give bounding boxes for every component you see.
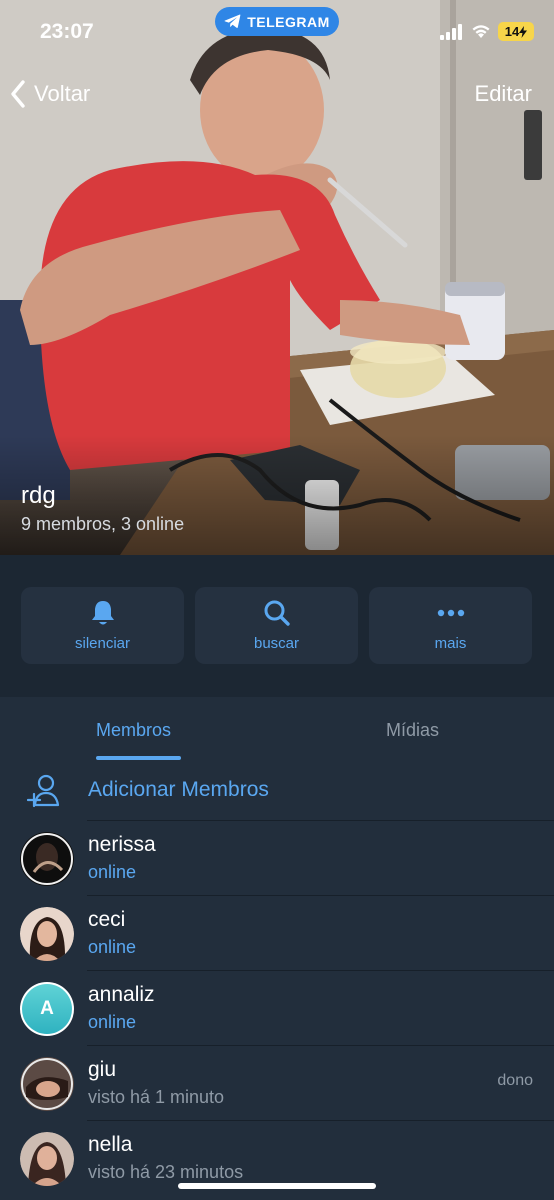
more-icon [437,609,464,617]
avatar-initial: A [22,984,72,1034]
member-name: giu [88,1058,117,1081]
member-avatar-photo [20,1132,74,1186]
member-name: ceci [88,908,126,931]
back-button[interactable]: Voltar [10,80,90,108]
telegram-pill-label: TELEGRAM [247,13,330,30]
wifi-icon [472,25,490,38]
tab-media[interactable]: Mídias [386,720,439,741]
status-time: 23:07 [40,20,94,43]
add-user-icon [27,774,60,808]
search-icon [264,600,290,626]
member-avatar [20,1132,74,1186]
search-button[interactable]: buscar [195,587,358,664]
member-row[interactable]: ceci online [0,896,554,971]
back-label: Voltar [34,81,91,106]
tab-members[interactable]: Membros [96,720,171,741]
member-status: visto há 23 minutos [88,1162,244,1182]
member-status: online [88,1012,137,1032]
group-info-screen: 23:07 TELEGRAM 14 Voltar Editar rdg 9 me… [0,0,554,1200]
member-row[interactable]: giu visto há 1 minuto dono [0,1046,554,1121]
member-avatar [20,1057,74,1111]
telegram-pill[interactable]: TELEGRAM [215,7,339,36]
photo-gradient-overlay [0,435,554,555]
chevron-left-icon [11,80,25,108]
edit-button[interactable]: Editar [475,81,532,107]
mute-button[interactable]: silenciar [21,587,184,664]
member-name: annaliz [88,983,155,1006]
battery-indicator: 14 [498,22,534,41]
signal-icon [440,23,462,40]
member-role-badge: dono [497,1072,533,1089]
group-name: rdg [21,482,56,509]
charging-bolt-icon [519,25,528,38]
battery-level: 14 [504,24,520,39]
member-status: online [88,862,137,882]
member-avatar [20,907,74,961]
active-tab-indicator [96,756,181,760]
member-avatar: A [20,982,74,1036]
home-indicator [178,1183,376,1189]
tab-bar: Membros Mídias [0,697,554,763]
add-members-button[interactable]: Adicionar Membros [0,763,554,821]
member-status: visto há 1 minuto [88,1087,225,1107]
member-avatar-photo [20,907,74,961]
mute-label: silenciar [74,635,131,652]
telegram-plane-icon [224,14,241,29]
bell-icon [91,601,114,625]
search-label: buscar [253,635,300,652]
member-status: online [88,937,137,957]
member-avatar-photo [20,832,74,886]
add-members-label: Adicionar Membros [88,778,269,801]
group-member-count: 9 membros, 3 online [21,514,185,534]
member-row[interactable]: A annaliz online [0,971,554,1046]
member-list: Adicionar Membros nerissa online ceci on… [0,763,554,1200]
more-label: mais [434,635,467,652]
action-buttons-bar: silenciar buscar mais [0,555,554,697]
member-name: nella [88,1133,133,1156]
member-avatar-photo [20,1057,74,1111]
more-button[interactable]: mais [369,587,532,664]
member-row[interactable]: nerissa online [0,821,554,896]
status-indicators: 14 [440,22,534,41]
member-name: nerissa [88,833,156,856]
member-avatar [20,832,74,886]
